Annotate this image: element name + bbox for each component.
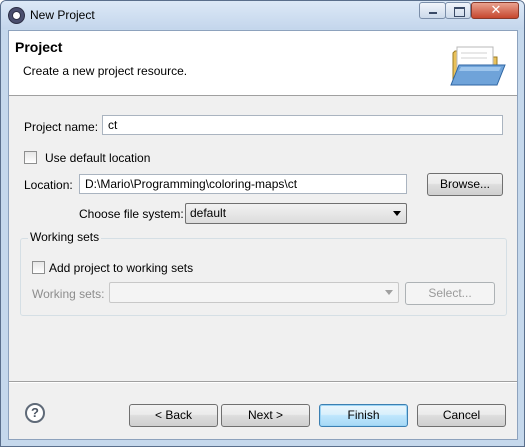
minimize-button[interactable] [419,2,446,19]
close-icon: ✕ [490,2,502,17]
project-name-input[interactable]: ct [102,115,503,135]
select-working-sets-button[interactable]: Select... [405,282,495,305]
chevron-down-icon [393,211,401,216]
help-icon[interactable]: ? [25,403,45,423]
minimize-icon [429,12,437,14]
maximize-button[interactable] [445,2,471,19]
use-default-location-checkbox[interactable] [24,151,37,164]
maximize-icon [454,7,465,17]
project-name-label: Project name: [24,120,99,134]
banner-title: Project [15,39,63,55]
chevron-down-icon [385,290,393,295]
file-system-value: default [190,206,227,220]
footer-separator-highlight [9,382,517,383]
window-title: New Project [30,8,95,22]
location-input[interactable]: D:\Mario\Programming\coloring-maps\ct [79,174,407,194]
wizard-banner: Project Create a new project resource. [9,31,517,96]
eclipse-app-icon [8,7,25,24]
folder-open-icon [450,46,506,86]
finish-button[interactable]: Finish [319,404,408,427]
back-button[interactable]: < Back [129,404,218,427]
working-sets-group-title: Working sets [28,230,102,244]
cancel-button[interactable]: Cancel [417,404,506,427]
title-bar[interactable]: New Project ✕ [1,1,524,29]
new-project-dialog: New Project ✕ Project Create a new proje… [0,0,525,447]
file-system-label: Choose file system: [79,207,184,221]
add-to-working-sets-label[interactable]: Add project to working sets [49,261,193,275]
add-to-working-sets-checkbox[interactable] [32,261,45,274]
next-button[interactable]: Next > [221,404,310,427]
banner-description: Create a new project resource. [23,64,188,78]
dialog-body: Project Create a new project resource. P… [8,30,518,440]
close-button[interactable]: ✕ [471,2,519,19]
file-system-select[interactable]: default [185,203,407,224]
browse-button[interactable]: Browse... [427,173,503,196]
working-sets-select[interactable] [109,282,399,303]
use-default-location-label[interactable]: Use default location [45,151,150,165]
location-label: Location: [24,178,73,192]
working-sets-label: Working sets: [32,287,105,301]
